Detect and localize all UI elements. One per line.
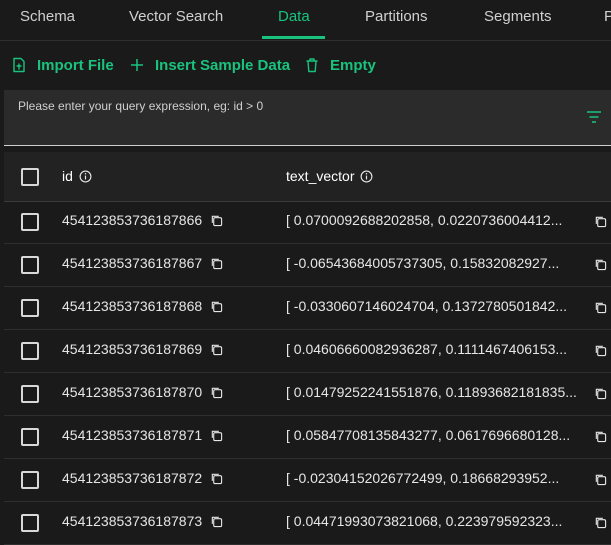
import-file-label: Import File [37, 56, 114, 74]
id-value: 454123853736187867 [62, 255, 203, 271]
text-vector-value: [ -0.02304152026772499, 0.18668293952... [286, 470, 560, 486]
empty-label: Empty [330, 56, 376, 74]
id-cell: 454123853736187871 [62, 427, 223, 443]
row-checkbox[interactable] [21, 514, 39, 532]
id-value: 454123853736187871 [62, 427, 203, 443]
file-upload-icon [13, 57, 25, 73]
row-checkbox[interactable] [21, 385, 39, 403]
copy-icon[interactable] [210, 515, 223, 528]
id-value: 454123853736187866 [62, 212, 203, 228]
text-vector-value: [ 0.0700092688202858, 0.0220736004412... [286, 212, 563, 228]
trash-icon [306, 58, 318, 73]
copy-icon[interactable] [594, 516, 607, 529]
query-box [4, 90, 611, 146]
table-row: 454123853736187871 [ 0.05847708135843277… [4, 416, 611, 459]
query-expression-input[interactable] [16, 96, 560, 116]
id-value: 454123853736187872 [62, 470, 203, 486]
import-file-button[interactable]: Import File [11, 50, 114, 80]
plus-icon [131, 59, 143, 71]
copy-icon[interactable] [594, 387, 607, 400]
copy-icon[interactable] [210, 257, 223, 270]
active-tab-indicator [262, 36, 325, 39]
column-header-text-vector-label: text_vector [286, 168, 355, 184]
copy-icon[interactable] [594, 301, 607, 314]
select-all-checkbox[interactable] [21, 168, 39, 186]
data-toolbar: Import File Insert Sample Data Empty [0, 50, 611, 80]
copy-icon[interactable] [210, 472, 223, 485]
column-header-id-label: id [62, 168, 73, 184]
column-header-id[interactable]: id [62, 168, 92, 184]
table-row: 454123853736187866 [ 0.0700092688202858,… [4, 201, 611, 244]
text-vector-value: [ 0.04471993073821068, 0.223979592323... [286, 513, 563, 529]
table-row: 454123853736187870 [ 0.01479252241551876… [4, 373, 611, 416]
tab-vector-search[interactable]: Vector Search [129, 0, 223, 38]
text-vector-value: [ -0.06543684005737305, 0.15832082927... [286, 255, 560, 271]
table-row: 454123853736187872 [ -0.0230415202677249… [4, 459, 611, 502]
row-checkbox[interactable] [21, 256, 39, 274]
tab-partitions[interactable]: Partitions [365, 0, 428, 38]
id-cell: 454123853736187867 [62, 255, 223, 271]
row-checkbox[interactable] [21, 213, 39, 231]
table-header: id text_vector [4, 152, 611, 202]
id-value: 454123853736187870 [62, 384, 203, 400]
tab-schema[interactable]: Schema [20, 0, 75, 38]
copy-icon[interactable] [210, 343, 223, 356]
id-cell: 454123853736187866 [62, 212, 223, 228]
row-checkbox[interactable] [21, 428, 39, 446]
text-vector-value: [ 0.01479252241551876, 0.11893682181835.… [286, 384, 577, 400]
id-cell: 454123853736187872 [62, 470, 223, 486]
insert-sample-data-label: Insert Sample Data [155, 56, 291, 74]
copy-icon[interactable] [594, 215, 607, 228]
filter-icon[interactable] [586, 110, 602, 124]
id-cell: 454123853736187869 [62, 341, 223, 357]
copy-icon[interactable] [210, 429, 223, 442]
table-row: 454123853736187873 [ 0.04471993073821068… [4, 502, 611, 545]
id-value: 454123853736187873 [62, 513, 203, 529]
row-checkbox[interactable] [21, 342, 39, 360]
tab-bar: Schema Vector Search Data Partitions Seg… [0, 0, 611, 41]
column-header-text-vector[interactable]: text_vector [286, 168, 373, 184]
id-value: 454123853736187868 [62, 298, 203, 314]
row-checkbox[interactable] [21, 471, 39, 489]
copy-icon[interactable] [594, 258, 607, 271]
row-checkbox[interactable] [21, 299, 39, 317]
id-cell: 454123853736187868 [62, 298, 223, 314]
copy-icon[interactable] [210, 386, 223, 399]
id-value: 454123853736187869 [62, 341, 203, 357]
tab-data[interactable]: Data [278, 0, 310, 38]
text-vector-value: [ 0.05847708135843277, 0.0617696680128..… [286, 427, 571, 443]
table-row: 454123853736187869 [ 0.04606660082936287… [4, 330, 611, 373]
table-row: 454123853736187867 [ -0.0654368400573730… [4, 244, 611, 287]
empty-button[interactable]: Empty [304, 50, 376, 80]
copy-icon[interactable] [594, 473, 607, 486]
tab-properties[interactable]: P [604, 0, 611, 38]
text-vector-value: [ 0.04606660082936287, 0.1111467406153..… [286, 341, 568, 357]
id-cell: 454123853736187870 [62, 384, 223, 400]
info-icon[interactable] [79, 170, 92, 183]
info-icon[interactable] [360, 170, 373, 183]
text-vector-value: [ -0.0330607146024704, 0.1372780501842..… [286, 298, 568, 314]
copy-icon[interactable] [210, 300, 223, 313]
tab-segments[interactable]: Segments [484, 0, 552, 38]
table-row: 454123853736187868 [ -0.0330607146024704… [4, 287, 611, 330]
copy-icon[interactable] [210, 214, 223, 227]
copy-icon[interactable] [594, 430, 607, 443]
copy-icon[interactable] [594, 344, 607, 357]
insert-sample-data-button[interactable]: Insert Sample Data [129, 50, 290, 80]
id-cell: 454123853736187873 [62, 513, 223, 529]
